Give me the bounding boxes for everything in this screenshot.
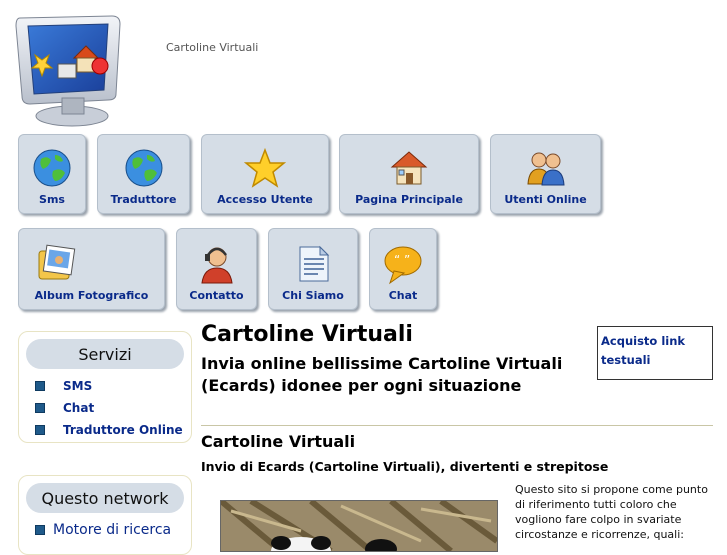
sidebar-link[interactable]: Chat [63,401,94,415]
svg-text:“ ”: “ ” [394,253,410,267]
sidebar-link[interactable]: Motore di ricerca [53,522,171,538]
nav-contatto-button[interactable]: Contatto [176,228,257,310]
nav-label: Utenti Online [504,193,587,206]
bullet-icon [35,525,45,535]
section-title: Cartoline Virtuali [201,432,356,451]
panda-image [221,501,497,551]
globe-icon [33,149,71,187]
nav-album-fotografico-button[interactable]: Album Fotografico [18,228,165,310]
support-agent-icon [200,247,233,284]
sidebar-item-traduttore-online[interactable]: Traduttore Online [35,419,191,441]
site-name: Cartoline Virtuali [166,41,259,54]
intro-paragraph: Questo sito si propone come punto di rif… [515,483,708,541]
sidebar-network: Questo network Motore di ricerca [18,475,192,555]
nav-sms-button[interactable]: Sms [18,134,86,214]
page-title: Cartoline Virtuali [201,322,413,347]
sidebar-servizi-title: Servizi [26,339,184,369]
sidebar-item-motore-di-ricerca[interactable]: Motore di ricerca [35,519,191,541]
speech-bubble-icon: “ ” [384,246,422,285]
panda-photo [220,500,498,552]
nav-label: Chat [388,289,418,302]
sidebar-servizi: Servizi SMS Chat Traduttore Online [18,331,192,443]
bullet-icon [35,425,45,435]
sidebar-link[interactable]: SMS [63,379,92,393]
bullet-icon [35,381,45,391]
nav-label: Pagina Principale [355,193,463,206]
nav-pagina-principale-button[interactable]: Pagina Principale [339,134,479,214]
sidebar-item-chat[interactable]: Chat [35,397,191,419]
nav-traduttore-button[interactable]: Traduttore [97,134,190,214]
nav-label: Sms [39,193,65,206]
bullet-icon [35,403,45,413]
globe-icon [125,149,162,187]
document-icon [299,245,330,282]
divider [201,425,713,426]
nav-label: Traduttore [110,193,177,206]
nav-utenti-online-button[interactable]: Utenti Online [490,134,601,214]
ad-box: Acquisto link testuali [597,326,713,380]
nav-chat-button[interactable]: “ ” Chat [369,228,437,310]
sidebar-network-title: Questo network [26,483,184,513]
nav-label: Accesso Utente [217,193,313,206]
ad-link[interactable]: Acquisto link testuali [601,334,685,367]
nav-label: Chi Siamo [282,289,344,302]
star-icon [244,147,286,188]
site-logo[interactable] [12,12,130,130]
monitor-logo-icon [15,15,121,127]
nav-chi-siamo-button[interactable]: Chi Siamo [268,228,358,310]
page-subtitle: Invia online bellissime Cartoline Virtua… [201,354,563,395]
sidebar-link[interactable]: Traduttore Online [63,423,183,437]
nav-label: Album Fotografico [34,289,149,302]
section-subtitle: Invio di Ecards (Cartoline Virtuali), di… [201,459,609,474]
sidebar-item-sms[interactable]: SMS [35,375,191,397]
nav-accesso-utente-button[interactable]: Accesso Utente [201,134,329,214]
home-icon [390,151,428,185]
nav-label: Contatto [189,289,244,302]
photo-album-icon [38,244,76,280]
users-icon [526,152,565,186]
